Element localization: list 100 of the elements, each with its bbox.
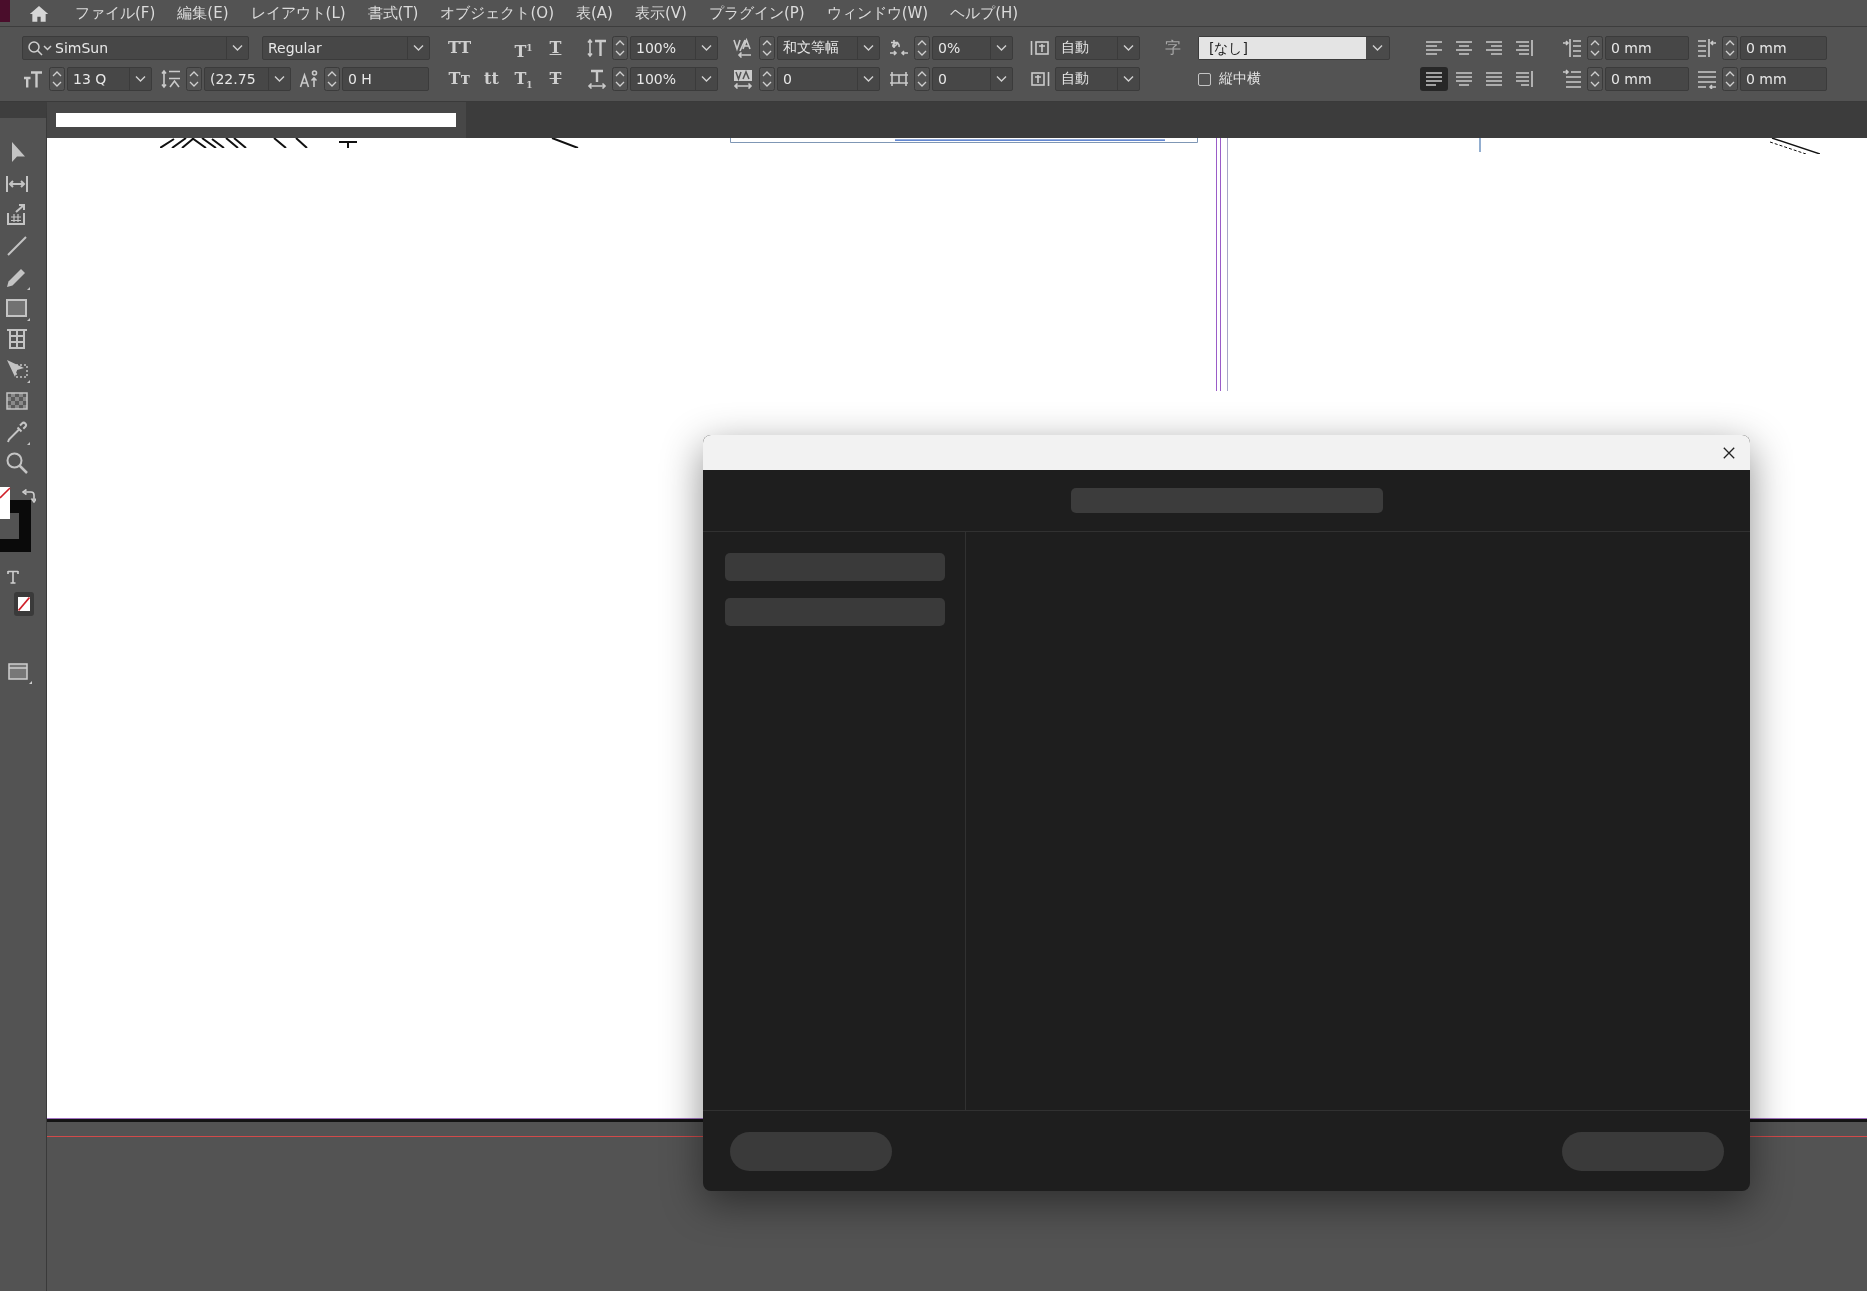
menu-item[interactable]: 編集(E) [177,4,229,22]
checkbox-label: 縦中横 [1219,70,1261,88]
stepper-icon[interactable] [186,67,202,91]
vertical-scale-field[interactable]: 100% [630,36,718,60]
character-squeeze-icon [889,38,909,58]
justify-left-button[interactable] [1420,67,1448,91]
close-icon [1723,446,1735,459]
guide-line-fragment [1479,138,1481,152]
menu-item[interactable]: ウィンドウ(W) [826,4,929,22]
last-line-indent-icon [1697,69,1717,89]
horizontal-scale-field[interactable]: 100% [630,67,718,91]
menu-item[interactable]: 表(A) [576,4,613,22]
line-spacing-icon [161,69,181,89]
text-format-icon[interactable] [7,570,19,584]
chevron-down-icon [274,75,285,83]
justify-center-icon [1455,71,1473,87]
space-after-icon [1030,69,1050,89]
chevron-down-icon [701,75,712,83]
chevron-down-icon [996,75,1007,83]
home-icon[interactable] [29,4,49,22]
right-indent-field[interactable]: 0 mm [1740,36,1827,60]
stepper-icon[interactable] [612,36,628,60]
type-style-button[interactable]: T [541,36,570,60]
type-style-button[interactable]: tt [477,67,506,91]
align-towards-spine-icon [1515,40,1533,56]
align-center-icon [1455,40,1473,56]
menu-item[interactable]: ファイル(F) [75,4,156,22]
chevron-down-icon [863,44,874,52]
menu-item[interactable]: レイアウト(L) [250,4,346,22]
squeeze-field[interactable]: 0% [932,36,1013,60]
stepper-icon[interactable] [759,36,775,60]
chevron-down-icon [863,75,874,83]
chevron-down-icon [1123,44,1134,52]
chevron-down-icon [996,44,1007,52]
font-family-field[interactable]: SimSun [22,36,249,60]
search-icon [27,40,52,56]
font-style-field[interactable]: Regular [262,36,430,60]
menu-item[interactable]: プラグイン(P) [708,4,805,22]
kerning-icon [732,38,754,58]
vertical-scale-icon [587,38,607,58]
kerning-field[interactable]: 和文等幅 [777,36,880,60]
app-logo [0,0,10,22]
menu-item[interactable]: ヘルプ(H) [950,4,1019,22]
chevron-down-icon [1372,44,1383,52]
chevron-down-icon [135,75,146,83]
checkbox[interactable] [1198,72,1211,86]
type-style-button[interactable]: Tᴛ [445,67,474,91]
first-line-indent-icon [1562,69,1582,89]
none-swatch-icon[interactable] [14,592,34,616]
grid-spacing-icon [889,69,909,89]
character-style-icon: 字 [1163,38,1183,58]
type-style-button[interactable]: T$_{1}$ [509,67,538,91]
stepper-icon[interactable] [1722,67,1738,91]
horizontal-scale-icon [587,69,607,89]
right-indent-icon [1697,38,1717,58]
chevron-down-icon [1123,75,1134,83]
type-style-button[interactable]: T [541,67,570,91]
character-style-dropdown[interactable]: [なし] [1198,36,1390,60]
stepper-icon[interactable] [324,67,340,91]
left-indent-icon [1562,38,1582,58]
text-size-icon [22,69,44,89]
document-tab[interactable] [47,102,466,138]
left-indent-field[interactable]: 0 mm [1605,36,1689,60]
font-size-field[interactable]: 13 Q [67,67,152,91]
last-line-indent-field[interactable]: 0 mm [1740,67,1827,91]
leading-field[interactable]: (22.75 [204,67,291,91]
first-line-indent-field[interactable]: 0 mm [1605,67,1689,91]
chevron-down-icon [232,44,243,52]
justify-all-icon [1485,71,1503,87]
chevron-down-icon [413,44,424,52]
stepper-icon[interactable] [759,67,775,91]
stepper-icon[interactable] [612,67,628,91]
stepper-icon[interactable] [914,36,930,60]
menu-item[interactable]: 表示(V) [634,4,687,22]
type-style-button[interactable]: TT [445,36,474,60]
space-before-icon [1030,38,1050,58]
baseline-shift-field[interactable]: 0 H [342,67,429,91]
fill-stroke-swatch-icon[interactable] [0,487,31,552]
space-after-field[interactable]: 自動 [1055,67,1140,91]
stepper-icon[interactable] [49,67,65,91]
stepper-icon[interactable] [914,67,930,91]
chevron-down-icon [701,44,712,52]
tracking-field[interactable]: 0 [777,67,880,91]
stepper-icon[interactable] [1722,36,1738,60]
baseline-shift-icon [299,69,319,89]
align-left-icon [1425,40,1443,56]
align-right-icon [1485,40,1503,56]
grid-spacing-field[interactable]: 0 [932,67,1013,91]
space-before-field[interactable]: 自動 [1055,36,1140,60]
justify-left-icon [1425,71,1443,87]
type-style-button[interactable]: T$^{1}$ [509,36,538,60]
stepper-icon[interactable] [1587,67,1603,91]
diagonal-line-fragment [1770,138,1820,154]
screen-mode-icon[interactable] [8,662,32,684]
menu-item[interactable]: オブジェクト(O) [440,4,554,22]
align-away-from-spine-icon [1515,71,1533,87]
stepper-icon[interactable] [1587,36,1603,60]
swap-arrow-icon[interactable] [22,489,36,503]
menu-item[interactable]: 書式(T) [367,4,419,22]
tracking-icon [732,69,754,89]
